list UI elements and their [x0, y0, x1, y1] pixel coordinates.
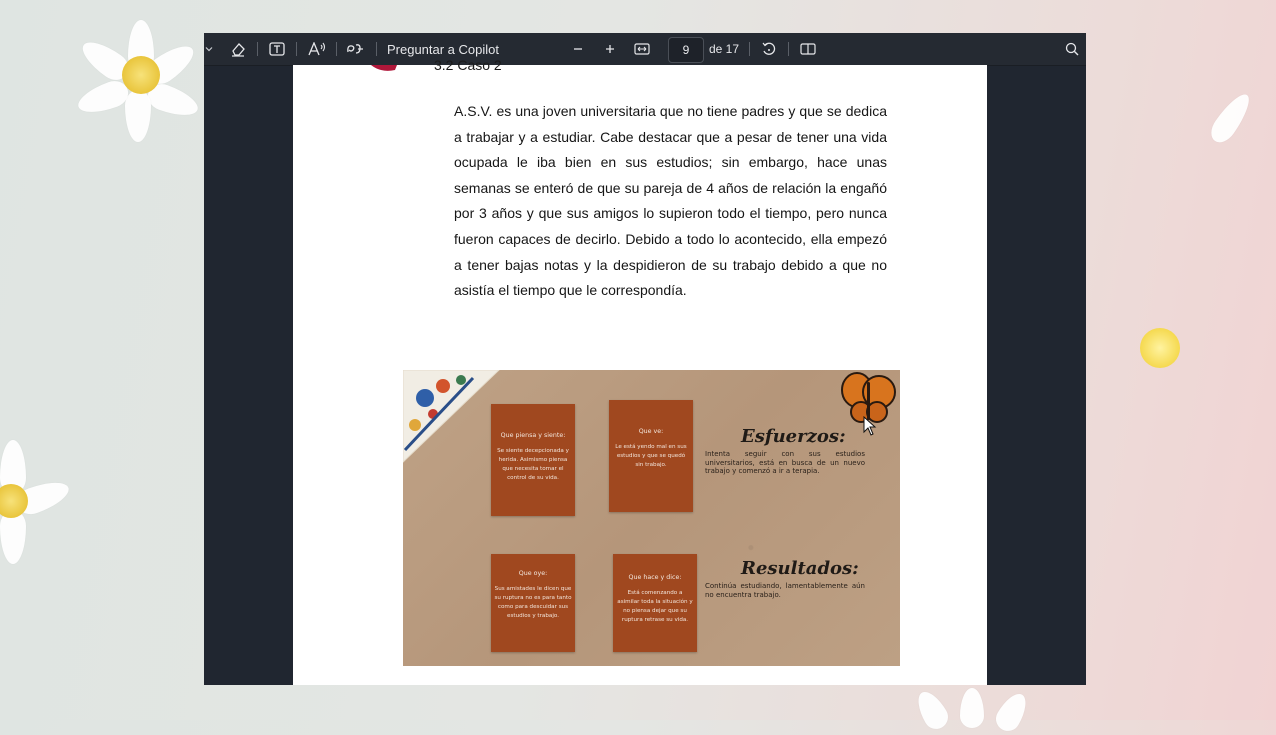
background-daisy-bottom — [900, 686, 1060, 735]
floral-corner-decoration — [403, 370, 500, 463]
eraser-icon[interactable] — [228, 33, 248, 65]
decorative-red-mark — [371, 65, 397, 71]
text-box-icon[interactable] — [267, 33, 287, 65]
info-box-hears: Que oye: Sus amistades le dicen que su r… — [491, 554, 575, 652]
resultados-title: Resultados: — [741, 558, 859, 579]
chevron-down-icon[interactable] — [204, 33, 214, 65]
fit-width-icon[interactable] — [632, 33, 652, 65]
box-text: Sus amistades le dicen que su ruptura no… — [494, 586, 572, 619]
background-petal-right — [1205, 88, 1270, 150]
page-view-icon[interactable] — [798, 33, 818, 65]
background-yellow-flower-right — [1140, 328, 1184, 372]
info-box-thinks-feels: Que piensa y siente: Se siente decepcion… — [491, 404, 575, 516]
box-title: Que piensa y siente: — [500, 432, 566, 439]
background-daisy-left — [74, 20, 202, 142]
box-text: Le está yendo mal en sus estudios y que … — [615, 444, 687, 468]
toolbar-separator — [336, 42, 337, 56]
section-heading: 3.2 Caso 2 — [434, 57, 502, 73]
box-text: Se siente decepcionada y herida. Asimism… — [497, 448, 569, 481]
box-title: Que ve: — [638, 428, 664, 435]
translate-icon[interactable] — [344, 33, 366, 65]
background-daisy-bottom-left — [0, 440, 73, 570]
page-number-value: 9 — [682, 43, 690, 57]
toolbar-separator — [296, 42, 297, 56]
info-box-does-says: Que hace y dice: Está comenzando a asimi… — [613, 554, 697, 652]
viewer-toolbar: Preguntar a Copilot 9 de 17 — [204, 33, 1086, 66]
case-paragraph: A.S.V. es una joven universitaria que no… — [454, 103, 887, 299]
search-icon[interactable] — [1062, 33, 1082, 65]
rotate-icon[interactable] — [759, 33, 779, 65]
toolbar-separator — [749, 42, 750, 56]
box-text: Está comenzando a asimilar toda la situa… — [617, 590, 693, 623]
empathy-map-infographic: Que piensa y siente: Se siente decepcion… — [403, 370, 900, 666]
zoom-in-icon[interactable] — [602, 33, 618, 65]
mouse-cursor — [863, 416, 877, 436]
info-box-sees: Que ve: Le está yendo mal en sus estudio… — [609, 400, 693, 512]
box-title: Que oye: — [518, 570, 548, 577]
page-number-input[interactable]: 9 — [668, 37, 704, 63]
pdf-viewer: Preguntar a Copilot 9 de 17 3.2 Caso 2 A… — [204, 33, 1086, 685]
read-aloud-icon[interactable] — [306, 33, 328, 65]
box-title: Que hace y dice: — [628, 574, 682, 581]
toolbar-separator — [376, 42, 377, 56]
esfuerzos-text: Intenta seguir con sus estudios universi… — [705, 450, 865, 475]
toolbar-separator — [788, 42, 789, 56]
resultados-text: Continúa estudiando, lamentablemente aún… — [705, 582, 865, 599]
page-total-label: de 17 — [708, 42, 740, 56]
esfuerzos-title: Esfuerzos: — [741, 426, 846, 447]
document-page: 3.2 Caso 2 A.S.V. es una joven universit… — [293, 57, 987, 685]
toolbar-separator — [257, 42, 258, 56]
zoom-out-icon[interactable] — [570, 33, 586, 65]
